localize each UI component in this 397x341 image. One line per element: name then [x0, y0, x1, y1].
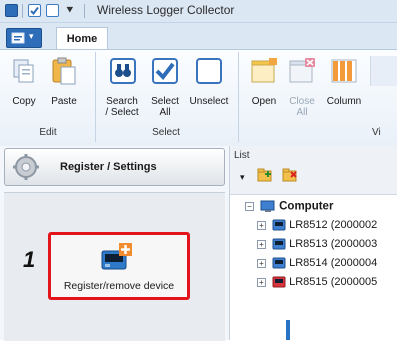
group-select-label: Select — [152, 127, 180, 138]
add-folder-icon[interactable] — [257, 168, 273, 182]
close-all-label-line2: All — [296, 107, 308, 118]
divider — [84, 4, 85, 18]
logger-icon — [272, 257, 286, 269]
logger-icon — [272, 219, 286, 231]
column-label: Column — [326, 96, 362, 107]
group-edit-label: Edit — [39, 127, 57, 138]
expand-icon[interactable]: + — [257, 220, 266, 230]
checkbox-checked-icon — [152, 58, 178, 84]
select-all-label-line1: Select — [151, 96, 179, 107]
step-number: 1 — [23, 247, 36, 272]
binoculars-icon — [110, 58, 136, 84]
group-view-label: Vi — [372, 127, 381, 138]
paste-button[interactable]: Paste — [44, 56, 84, 116]
checkbox-empty-icon[interactable] — [46, 4, 59, 17]
expand-icon[interactable]: + — [257, 258, 266, 268]
paste-label: Paste — [51, 96, 77, 107]
register-remove-device-label: Register/remove device — [63, 280, 175, 292]
copy-icon — [13, 59, 34, 83]
divider — [22, 4, 23, 18]
search-select-button[interactable]: Search / Select — [100, 56, 144, 124]
close-all-button[interactable]: Close All — [284, 56, 320, 124]
unselect-button[interactable]: Unselect — [186, 56, 232, 116]
tree-device-label: LR8514 (2000004 — [289, 257, 378, 270]
copy-button[interactable]: Copy — [6, 56, 42, 116]
open-label: Open — [251, 96, 277, 107]
computer-icon — [260, 200, 275, 212]
tree-root-label: Computer — [279, 200, 334, 213]
customize-quick-access-icon[interactable]: ⯆ — [65, 3, 75, 18]
delete-folder-icon[interactable] — [282, 168, 298, 182]
close-window-icon — [289, 58, 315, 83]
expand-icon[interactable]: + — [257, 239, 266, 249]
paste-icon — [52, 57, 76, 85]
register-remove-device-button[interactable]: Register/remove device — [48, 232, 190, 300]
tree-device-label: LR8513 (2000003 — [289, 238, 378, 251]
column-button[interactable]: Column — [322, 56, 366, 116]
window-title: Wireless Logger Collector — [97, 3, 235, 17]
close-all-label-line1: Close — [289, 96, 315, 107]
tree-device-label: LR8512 (2000002 — [289, 219, 378, 232]
chevron-down-icon: ▾ — [29, 31, 34, 41]
tree-device-row[interactable]: + LR8512 (2000002 — [257, 219, 397, 236]
device-add-icon — [101, 243, 132, 270]
search-label-line2: / Select — [105, 107, 139, 118]
collapse-icon[interactable]: − — [245, 202, 254, 211]
list-label: List — [234, 150, 250, 161]
list-header — [230, 146, 397, 195]
search-label-line1: Search — [106, 96, 138, 107]
tab-home[interactable]: Home — [56, 27, 108, 50]
chevron-down-icon[interactable]: ▾ — [240, 172, 245, 183]
tree-device-row[interactable]: + LR8513 (2000003 — [257, 238, 397, 255]
gear-icon — [13, 154, 39, 180]
unselect-label: Unselect — [189, 96, 229, 107]
expand-icon[interactable]: + — [257, 277, 266, 287]
open-window-icon — [251, 58, 277, 83]
select-all-label-line2: All — [159, 107, 171, 118]
checkbox-checked-icon[interactable] — [28, 4, 41, 17]
ribbon-overflow-button[interactable] — [370, 56, 397, 86]
tree-device-row[interactable]: + LR8515 (2000005 — [257, 276, 397, 293]
logger-warning-icon — [272, 276, 286, 288]
register-settings-title: Register / Settings — [60, 161, 157, 173]
open-button[interactable]: Open — [244, 56, 284, 116]
tree-device-label: LR8515 (2000005 — [289, 276, 378, 289]
column-icon — [331, 59, 357, 83]
checkbox-empty-icon — [196, 58, 222, 84]
tree-root-computer[interactable]: − Computer — [245, 200, 397, 217]
select-all-button[interactable]: Select All — [146, 56, 184, 124]
copy-label: Copy — [12, 96, 36, 107]
application-menu-button[interactable]: ▾ — [6, 28, 42, 48]
app-icon[interactable] — [5, 4, 18, 17]
divider — [238, 52, 239, 142]
tree-device-row[interactable]: + LR8514 (2000004 — [257, 257, 397, 274]
text-cursor-indicator — [286, 320, 290, 340]
logger-icon — [272, 238, 286, 250]
